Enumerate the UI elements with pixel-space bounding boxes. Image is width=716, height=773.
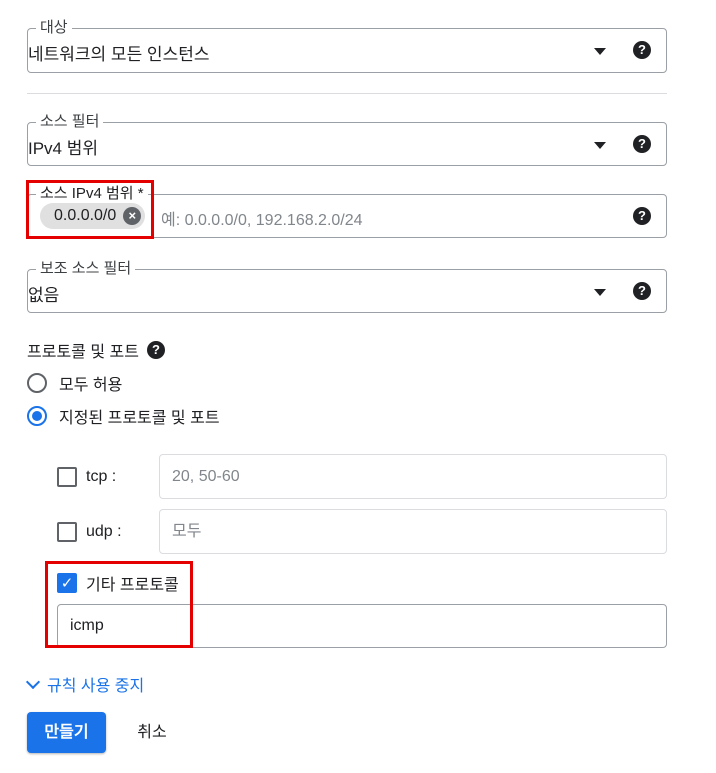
protocols-ports-title-text: 프로토콜 및 포트 bbox=[27, 344, 139, 361]
source-filter-select[interactable]: 소스 필터 IPv4 범위 ? bbox=[27, 112, 667, 166]
radio-specified[interactable]: 지정된 프로토콜 및 포트 bbox=[27, 404, 220, 428]
udp-ports-input[interactable]: 모두 bbox=[159, 509, 667, 554]
source-filter-value: IPv4 범위 bbox=[28, 139, 99, 158]
ip-range-chip-text: 0.0.0.0/0 bbox=[54, 207, 117, 224]
ip-range-placeholder[interactable]: 예: 0.0.0.0/0, 192.168.2.0/24 bbox=[161, 206, 363, 230]
source-ipv4-range-field[interactable]: 소스 IPv4 범위 * 0.0.0.0/0 × 예: 0.0.0.0/0, 1… bbox=[27, 184, 667, 238]
other-protocols-checkbox-row[interactable]: ✓ 기타 프로토콜 bbox=[57, 571, 179, 595]
secondary-source-filter-select[interactable]: 보조 소스 필터 없음 ? bbox=[27, 259, 667, 313]
help-icon[interactable]: ? bbox=[633, 282, 651, 300]
help-icon[interactable]: ? bbox=[633, 207, 651, 225]
target-label: 대상 bbox=[36, 18, 72, 38]
other-protocols-checkbox[interactable]: ✓ bbox=[57, 573, 77, 593]
create-button[interactable]: 만들기 bbox=[27, 712, 106, 753]
radio-button-selected[interactable] bbox=[27, 406, 47, 426]
udp-checkbox[interactable] bbox=[57, 522, 77, 542]
help-icon[interactable]: ? bbox=[633, 135, 651, 153]
disable-rule-toggle[interactable]: 규칙 사용 중지 bbox=[24, 672, 144, 696]
help-icon[interactable]: ? bbox=[146, 341, 165, 359]
other-protocols-label: 기타 프로토콜 bbox=[86, 577, 179, 594]
section-divider bbox=[27, 93, 667, 94]
secondary-source-filter-value: 없음 bbox=[28, 286, 60, 305]
help-icon[interactable]: ? bbox=[633, 41, 651, 59]
udp-checkbox-row[interactable]: udp : bbox=[57, 522, 122, 542]
radio-allow-all-label: 모두 허용 bbox=[59, 377, 123, 394]
target-select[interactable]: 대상 네트워크의 모든 인스턴스 ? bbox=[27, 18, 667, 73]
check-icon: ✓ bbox=[60, 574, 74, 592]
source-filter-label: 소스 필터 bbox=[36, 112, 104, 132]
radio-allow-all[interactable]: 모두 허용 bbox=[27, 371, 122, 395]
secondary-source-filter-label: 보조 소스 필터 bbox=[36, 259, 136, 279]
disable-rule-label: 규칙 사용 중지 bbox=[47, 678, 145, 695]
dropdown-arrow-icon[interactable] bbox=[594, 289, 606, 296]
tcp-ports-input[interactable]: 20, 50-60 bbox=[159, 454, 667, 499]
tcp-checkbox-row[interactable]: tcp : bbox=[57, 467, 116, 487]
radio-button[interactable] bbox=[27, 373, 47, 393]
target-value: 네트워크의 모든 인스턴스 bbox=[28, 45, 210, 64]
cancel-button[interactable]: 취소 bbox=[124, 712, 180, 753]
chevron-down-icon bbox=[25, 674, 41, 689]
ip-range-chip[interactable]: 0.0.0.0/0 × bbox=[40, 203, 146, 229]
udp-label: udp : bbox=[86, 523, 122, 540]
tcp-label: tcp : bbox=[86, 468, 117, 485]
dropdown-arrow-icon[interactable] bbox=[594, 48, 606, 55]
tcp-checkbox[interactable] bbox=[57, 467, 77, 487]
cancel-circle-icon[interactable]: × bbox=[123, 207, 142, 225]
protocols-ports-title: 프로토콜 및 포트 ? bbox=[27, 338, 165, 362]
source-ipv4-range-label: 소스 IPv4 범위 * bbox=[36, 184, 148, 204]
other-protocols-input[interactable]: icmp bbox=[57, 604, 667, 648]
dropdown-arrow-icon[interactable] bbox=[594, 142, 606, 149]
radio-specified-label: 지정된 프로토콜 및 포트 bbox=[59, 410, 220, 427]
